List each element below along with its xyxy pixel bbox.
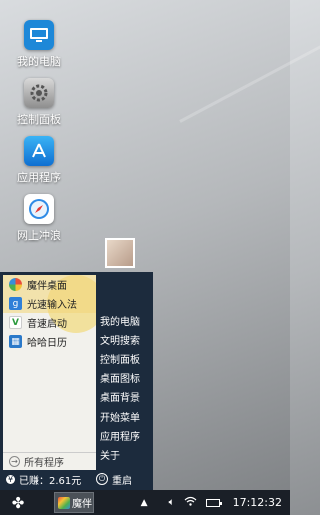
- desktop-icon-applications[interactable]: 应用程序: [10, 136, 68, 185]
- user-avatar[interactable]: [105, 238, 135, 268]
- desktop-icon-control-panel[interactable]: 控制面板: [10, 78, 68, 127]
- menu-link-my-computer[interactable]: 我的电脑: [97, 311, 140, 330]
- show-hidden-icons-icon[interactable]: ▲: [141, 498, 148, 508]
- v-launcher-icon: V: [9, 316, 22, 329]
- clover-icon: ✤: [11, 493, 25, 512]
- taskbar-app-moban[interactable]: 魔伴: [54, 492, 94, 513]
- desktop-icon-label: 我的电脑: [17, 55, 61, 68]
- menu-item-guangsu-input[interactable]: g 光速输入法: [3, 294, 96, 313]
- wifi-icon[interactable]: [184, 496, 197, 509]
- taskbar: ✤ 魔伴 ▲ 🔈︎ 17:12:32: [0, 490, 290, 515]
- wallpaper-light-streak: [179, 26, 320, 123]
- safari-compass-icon: [24, 194, 54, 224]
- calendar-icon: ▦: [9, 335, 22, 348]
- desktop-icon-label: 网上冲浪: [17, 229, 61, 242]
- menu-item-yinsu-launcher[interactable]: V 音速启动: [3, 313, 96, 332]
- start-menu-left-panel: 魔伴桌面 g 光速输入法 V 音速启动 ▦ 哈哈日历 → 所有程序: [3, 275, 96, 470]
- start-button[interactable]: ✤: [0, 490, 36, 515]
- arrow-right-icon: →: [9, 456, 20, 467]
- battery-icon[interactable]: [205, 498, 222, 507]
- menu-link-control-panel[interactable]: 控制面板: [97, 349, 140, 368]
- pinwheel-icon: [9, 278, 22, 291]
- menu-link-applications[interactable]: 应用程序: [97, 426, 140, 445]
- restart-button[interactable]: ⏻ 重启: [96, 472, 132, 487]
- desktop-icon-web-browser[interactable]: 网上冲浪: [10, 194, 68, 243]
- menu-link-desktop-background[interactable]: 桌面背景: [97, 387, 140, 406]
- menu-item-mobanzhuomian[interactable]: 魔伴桌面: [3, 275, 96, 294]
- desktop-icon-my-computer[interactable]: 我的电脑: [10, 20, 68, 69]
- clock[interactable]: 17:12:32: [233, 496, 282, 509]
- moban-app-icon: [58, 496, 70, 509]
- menu-link-start-menu[interactable]: 开始菜单: [97, 406, 140, 425]
- earnings-display: ¥ 已赚：2.61元: [6, 474, 82, 487]
- desktop-icon-label: 应用程序: [17, 171, 61, 184]
- menu-item-haha-calendar[interactable]: ▦ 哈哈日历: [3, 332, 96, 351]
- start-menu-footer: ¥ 已赚：2.61元 ⏻ 重启: [0, 468, 153, 490]
- settings-gear-icon: [24, 78, 54, 108]
- input-method-icon: g: [9, 297, 22, 310]
- desktop-icon-label: 控制面板: [17, 113, 61, 126]
- system-tray: ▲ 🔈︎ 17:12:32: [141, 496, 290, 509]
- menu-link-desktop-icons[interactable]: 桌面图标: [97, 368, 140, 387]
- menu-link-search[interactable]: 文明搜索: [97, 330, 140, 349]
- start-menu-right-panel: 我的电脑 文明搜索 控制面板 桌面图标 桌面背景 开始菜单 应用程序 关于: [97, 311, 140, 464]
- app-store-icon: [24, 136, 54, 166]
- info-icon: ¥: [6, 474, 15, 484]
- menu-link-about[interactable]: 关于: [97, 445, 140, 464]
- power-icon: ⏻: [96, 473, 108, 485]
- volume-icon[interactable]: 🔈︎: [169, 497, 175, 508]
- computer-icon: [24, 20, 54, 50]
